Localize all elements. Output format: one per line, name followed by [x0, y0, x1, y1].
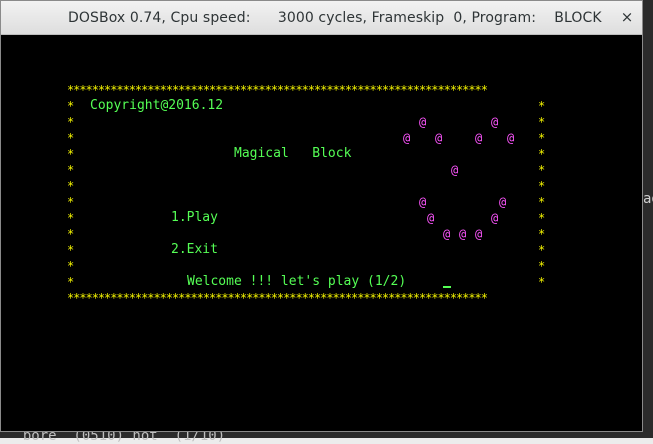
shape-at-glyph: @ — [443, 227, 451, 241]
shape-at-glyph: @ — [419, 115, 427, 129]
border-star: * — [67, 147, 75, 161]
text-cursor — [443, 286, 451, 288]
border-star: * — [67, 227, 75, 241]
border-star: * — [538, 179, 546, 193]
shape-at-glyph: @ — [427, 211, 435, 225]
border-star: * — [67, 115, 75, 129]
dosbox-window[interactable]: DOSBox 0.74, Cpu speed: 3000 cycles, Fra… — [0, 0, 643, 432]
border-star: * — [538, 259, 546, 273]
shape-at-glyph: @ — [507, 131, 515, 145]
menu-item-exit[interactable]: 2.Exit — [171, 242, 218, 258]
shape-at-glyph: @ — [419, 195, 427, 209]
border-star: * — [67, 211, 75, 225]
border-star: * — [67, 195, 75, 209]
border-star: * — [538, 147, 546, 161]
shape-at-glyph: @ — [451, 163, 459, 177]
border-bottom: ****************************************… — [67, 291, 488, 305]
border-star: * — [67, 99, 75, 113]
border-star: * — [538, 163, 546, 177]
border-star: * — [538, 131, 546, 145]
border-star: * — [538, 275, 546, 289]
border-star: * — [538, 115, 546, 129]
shape-at-glyph: @ — [499, 195, 507, 209]
border-star: * — [538, 195, 546, 209]
shape-at-glyph: @ — [491, 115, 499, 129]
border-star: * — [538, 99, 546, 113]
border-star: * — [538, 243, 546, 257]
background-text-fragment: ag — [643, 191, 653, 207]
border-star: * — [538, 211, 546, 225]
shape-at-glyph: @ — [459, 227, 467, 241]
border-star: * — [67, 179, 75, 193]
shape-at-glyph: @ — [403, 131, 411, 145]
shape-at-glyph: @ — [491, 211, 499, 225]
border-star: * — [67, 259, 75, 273]
title-bar[interactable]: DOSBox 0.74, Cpu speed: 3000 cycles, Fra… — [1, 1, 642, 35]
border-star: * — [67, 243, 75, 257]
border-star: * — [67, 163, 75, 177]
window-title: DOSBox 0.74, Cpu speed: 3000 cycles, Fra… — [68, 10, 602, 26]
shape-at-glyph: @ — [475, 227, 483, 241]
border-star: * — [67, 275, 75, 289]
shape-at-glyph: @ — [435, 131, 443, 145]
status-message: Welcome !!! let's play (1/2) — [187, 274, 407, 289]
menu-item-play[interactable]: 1.Play — [171, 210, 218, 226]
border-star: * — [67, 131, 75, 145]
game-title: Magical Block — [234, 146, 352, 161]
shape-at-glyph: @ — [475, 131, 483, 145]
border-star: * — [538, 227, 546, 241]
copyright-text: Copyright@2016.12 — [90, 98, 224, 113]
border-top: ****************************************… — [67, 83, 488, 97]
dos-screen[interactable]: ****************************************… — [1, 35, 642, 431]
close-icon[interactable]: × — [618, 8, 636, 26]
